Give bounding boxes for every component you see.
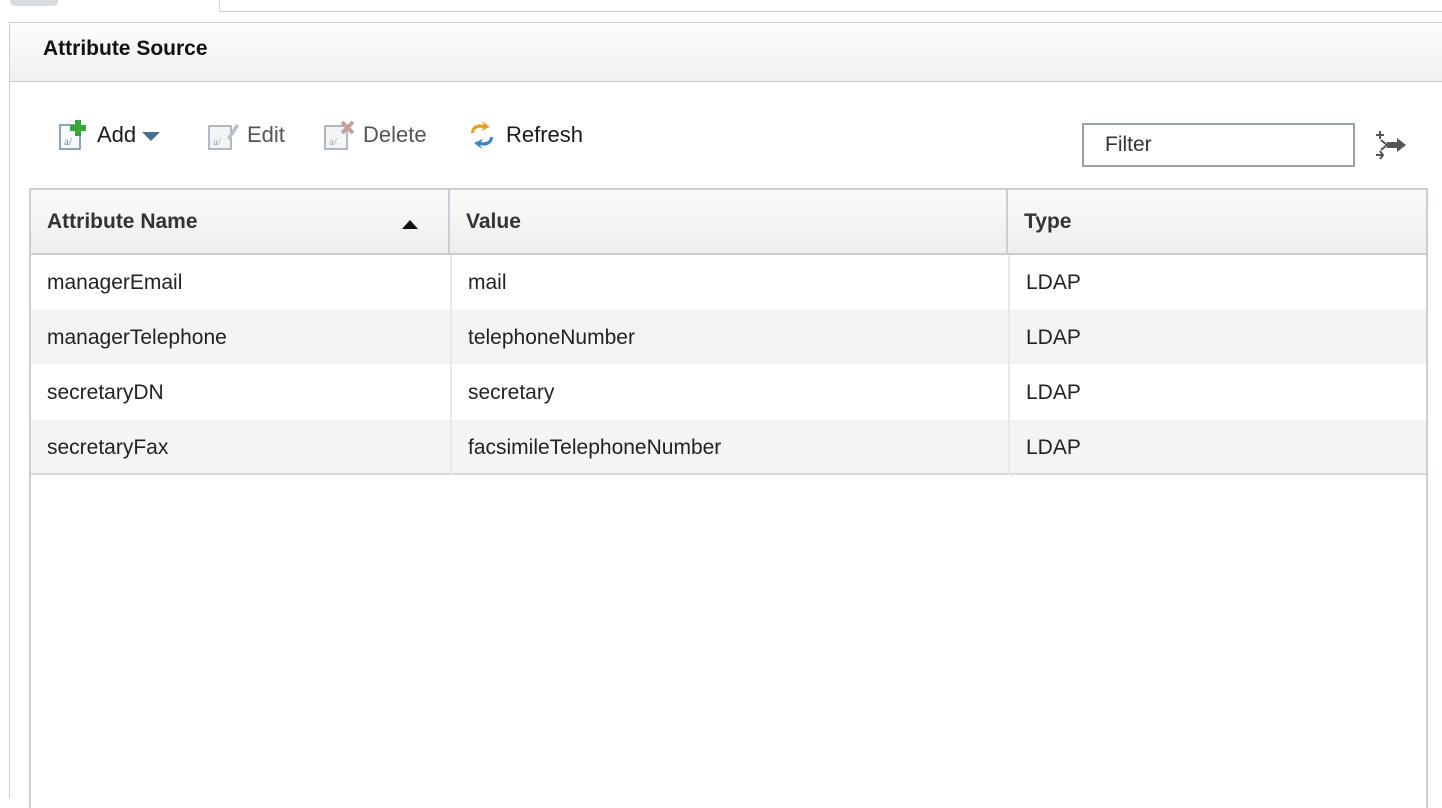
column-header-label: Type [1024,209,1072,233]
add-button[interactable]: a/ Add [57,113,161,157]
top-tab[interactable] [0,0,220,12]
cell-type: LDAP [1008,365,1426,420]
cell-attribute-name: secretaryFax [47,435,169,459]
refresh-icon [466,119,498,151]
cell-attribute-name: managerTelephone [47,325,227,349]
cell-value: mail [450,255,1008,310]
cell-attribute-name: managerEmail [47,270,183,294]
chevron-down-icon[interactable] [142,132,161,141]
panel-header: Attribute Source [10,23,1442,82]
column-header-value[interactable]: Value [450,190,1008,253]
cell-value: secretary [450,365,1008,420]
refresh-button[interactable]: Refresh [466,113,583,157]
column-header-type[interactable]: Type [1008,190,1426,253]
delete-button[interactable]: a/ Delete [323,113,427,157]
edit-button[interactable]: a/ Edit [207,113,285,157]
add-button-label: Add [97,122,137,147]
top-strip [0,0,1442,12]
filter-input[interactable] [1082,123,1355,167]
attribute-source-panel: Attribute Source a/ Add a/ Edit a/ Delet… [9,22,1442,808]
cell-attribute-name: secretaryDN [47,380,164,404]
cell-type: LDAP [1008,310,1426,365]
delete-attribute-icon: a/ [323,119,355,151]
svg-text:a/: a/ [329,136,338,148]
table-row[interactable]: managerTelephone telephoneNumber LDAP [31,310,1426,365]
column-header-label: Value [466,209,521,233]
add-attribute-icon: a/ [57,119,89,151]
table-header: Attribute Name Value Type [31,190,1426,255]
cell-value: facsimileTelephoneNumber [450,420,1008,475]
table-row[interactable]: secretaryDN secretary LDAP [31,365,1426,420]
table-row[interactable]: secretaryFax facsimileTelephoneNumber LD… [31,420,1426,475]
apply-filter-icon[interactable] [1373,127,1409,163]
table-row[interactable]: managerEmail mail LDAP [31,255,1426,310]
sort-ascending-icon [402,220,418,229]
cell-type: LDAP [1008,255,1426,310]
toolbar: a/ Add a/ Edit a/ Delete Refresh Filter [10,113,1442,167]
svg-text:a/: a/ [64,136,73,148]
tab-handle [10,0,58,6]
table-body: managerEmail mail LDAP managerTelephone … [31,255,1426,475]
cell-value: telephoneNumber [450,310,1008,365]
panel-title: Attribute Source [43,37,208,60]
edit-button-label: Edit [247,122,285,147]
column-header-attribute-name[interactable]: Attribute Name [31,190,450,253]
attributes-table: Attribute Name Value Type managerEmail m… [29,188,1428,808]
delete-button-label: Delete [363,122,427,147]
column-header-label: Attribute Name [47,209,198,233]
edit-attribute-icon: a/ [207,119,239,151]
cell-type: LDAP [1008,420,1426,475]
svg-text:a/: a/ [213,136,222,148]
refresh-button-label: Refresh [506,122,584,147]
